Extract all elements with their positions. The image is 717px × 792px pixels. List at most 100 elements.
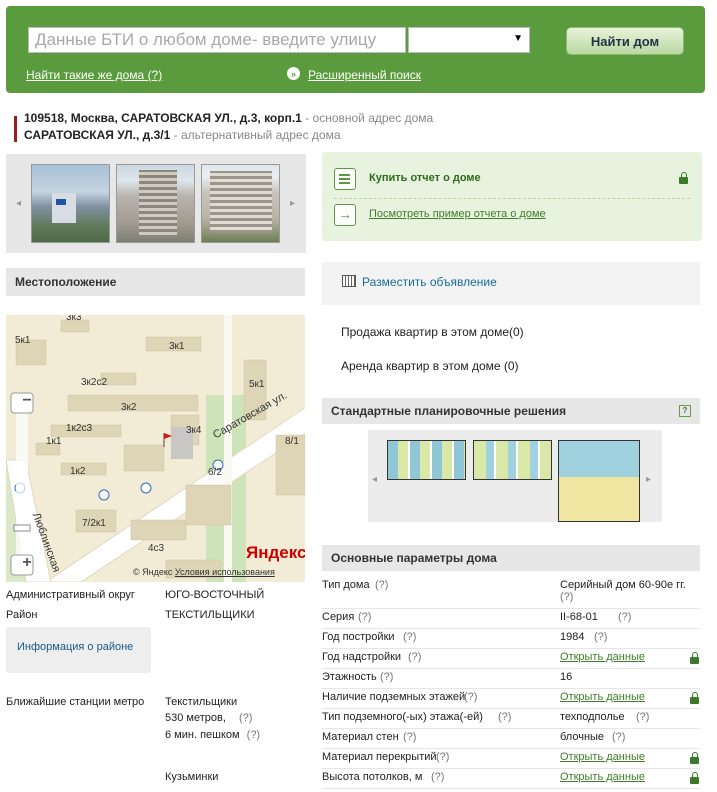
param-help[interactable]: (?) <box>464 691 477 703</box>
param-help[interactable]: (?) <box>403 631 416 643</box>
param-value: II-68-01 <box>560 611 598 623</box>
row-divider <box>322 788 700 789</box>
house-photo-3[interactable] <box>201 164 280 243</box>
lock-icon <box>679 172 688 184</box>
param-help[interactable]: (?) <box>431 771 444 783</box>
param-value: блочные <box>560 731 605 743</box>
metro-label: Ближайшие станции метро <box>6 696 145 708</box>
param-label: Этажность <box>322 671 377 683</box>
advanced-search-icon[interactable]: » <box>287 67 300 80</box>
plans-gallery: ◂ ▸ <box>368 430 662 522</box>
param-value: 16 <box>560 671 573 683</box>
place-ad-box: Разместить объявление <box>322 262 700 305</box>
advanced-search-link[interactable]: Расширенный поиск <box>308 68 421 82</box>
param-help[interactable]: (?) <box>436 751 449 763</box>
house-photo-2[interactable] <box>116 164 195 243</box>
zoom-in-icon[interactable]: + <box>16 554 38 572</box>
map-label: 3к3 <box>66 315 82 323</box>
street-search-input[interactable]: Данные БТИ о любом доме- введите улицу <box>28 27 406 53</box>
param-help[interactable]: (?) <box>403 731 416 743</box>
district-info-box: Информация о районе <box>6 627 151 673</box>
ad-icon <box>342 275 356 287</box>
param-label: Тип дома <box>322 579 370 591</box>
find-house-button[interactable]: Найти дом <box>566 27 684 55</box>
house-params-title: Основные параметры дома <box>331 551 497 565</box>
okrug-value: ЮГО-ВОСТОЧНЫЙ <box>165 589 265 601</box>
param-label: Материал перекрытий <box>322 751 437 763</box>
same-houses-label: Найти такие же дома <box>26 68 145 82</box>
floor-plan-1[interactable] <box>387 440 466 480</box>
alt-address-note: - альтернативный адрес дома <box>170 128 341 142</box>
param-help[interactable]: (?) <box>380 671 393 683</box>
param-value-help[interactable]: (?) <box>636 711 649 723</box>
floor-plan-2[interactable] <box>473 440 552 480</box>
open-data-link[interactable]: Открыть данные <box>560 771 645 783</box>
floor-plan-3[interactable] <box>558 440 640 522</box>
buy-report-link[interactable]: Купить отчет о доме <box>369 172 481 184</box>
alt-address: САРАТОВСКАЯ УЛ., д.3/1 - альтернативный … <box>24 128 341 142</box>
param-value-help[interactable]: (?) <box>594 631 607 643</box>
rayon-value: ТЕКСТИЛЬЩИКИ <box>165 609 255 621</box>
house-photo-1[interactable] <box>31 164 110 243</box>
district-info-link[interactable]: Информация о районе <box>17 641 133 653</box>
map-terms-link[interactable]: Условия использования <box>175 567 275 577</box>
zoom-track[interactable] <box>16 397 28 567</box>
alt-address-text: САРАТОВСКАЯ УЛ., д.3/1 <box>24 128 171 142</box>
metro-help[interactable]: (?) <box>247 729 260 741</box>
gallery-prev-arrow[interactable]: ◂ <box>16 198 21 209</box>
open-data-link[interactable]: Открыть данные <box>560 751 645 763</box>
same-houses-link[interactable]: Найти такие же дома (?) <box>26 68 162 82</box>
city-select[interactable]: ▼ <box>408 27 530 53</box>
param-value-help[interactable]: (?) <box>560 591 573 603</box>
house-photo-tower <box>139 170 177 238</box>
sample-report-link[interactable]: Посмотреть пример отчета о доме <box>369 208 546 220</box>
location-section-header: Местоположение <box>6 268 305 296</box>
param-help[interactable]: (?) <box>408 651 421 663</box>
rent-listings[interactable]: Аренда квартир в этом доме (0) <box>341 359 519 373</box>
param-value-help[interactable]: (?) <box>618 611 631 623</box>
report-box: Купить отчет о доме → Посмотреть пример … <box>322 152 702 241</box>
row-divider <box>322 728 700 729</box>
location-map[interactable]: 3к3 5к1 3к1 3к2с2 3к2 1к2с3 1к1 1к2 3к4 … <box>6 315 305 582</box>
open-data-link[interactable]: Открыть данные <box>560 691 645 703</box>
map-label: 3к4 <box>186 425 202 436</box>
param-help[interactable]: (?) <box>498 711 511 723</box>
row-divider <box>322 648 700 649</box>
param-help[interactable]: (?) <box>358 611 371 623</box>
open-data-link[interactable]: Открыть данные <box>560 651 645 663</box>
plans-help-icon[interactable]: ? <box>679 405 691 417</box>
row-divider <box>322 668 700 669</box>
row-divider <box>322 688 700 689</box>
plans-next-arrow[interactable]: ▸ <box>646 474 651 485</box>
place-ad-link[interactable]: Разместить объявление <box>362 275 497 289</box>
param-value: Серийный дом 60-90е гг. <box>560 579 686 591</box>
zoom-slider-handle[interactable] <box>13 524 31 532</box>
param-help[interactable]: (?) <box>375 579 388 591</box>
zoom-out-icon[interactable]: − <box>16 392 38 410</box>
row-divider <box>322 608 700 609</box>
location-title: Местоположение <box>15 275 117 289</box>
metro-station-name: Кузьминки <box>165 771 219 783</box>
metro-help[interactable]: (?) <box>239 712 252 724</box>
sale-listings[interactable]: Продажа квартир в этом доме(0) <box>341 325 524 339</box>
yandex-logo: Яндекс <box>246 543 305 562</box>
same-houses-help[interactable]: (?) <box>148 68 163 82</box>
map-label: 6/2 <box>208 467 222 478</box>
metro-distance: 530 метров, (?) <box>165 712 253 724</box>
map-label: 5к1 <box>249 379 265 390</box>
report-icon-line <box>339 182 350 184</box>
metro-walk: 6 мин. пешком (?) <box>165 729 261 741</box>
row-divider <box>322 628 700 629</box>
lock-icon <box>690 752 699 764</box>
param-value-help[interactable]: (?) <box>612 731 625 743</box>
param-label: Тип подземного(-ых) этажа(-ей) <box>322 711 483 723</box>
house-photo-facade <box>210 171 272 233</box>
report-divider <box>334 198 690 200</box>
arrow-right-icon: → <box>334 204 356 226</box>
house-photo-sign <box>56 199 66 205</box>
address-marker <box>14 116 17 142</box>
row-divider <box>322 708 700 709</box>
plans-prev-arrow[interactable]: ◂ <box>372 474 377 485</box>
gallery-next-arrow[interactable]: ▸ <box>290 198 295 209</box>
map-label: 1к2с3 <box>66 423 93 434</box>
